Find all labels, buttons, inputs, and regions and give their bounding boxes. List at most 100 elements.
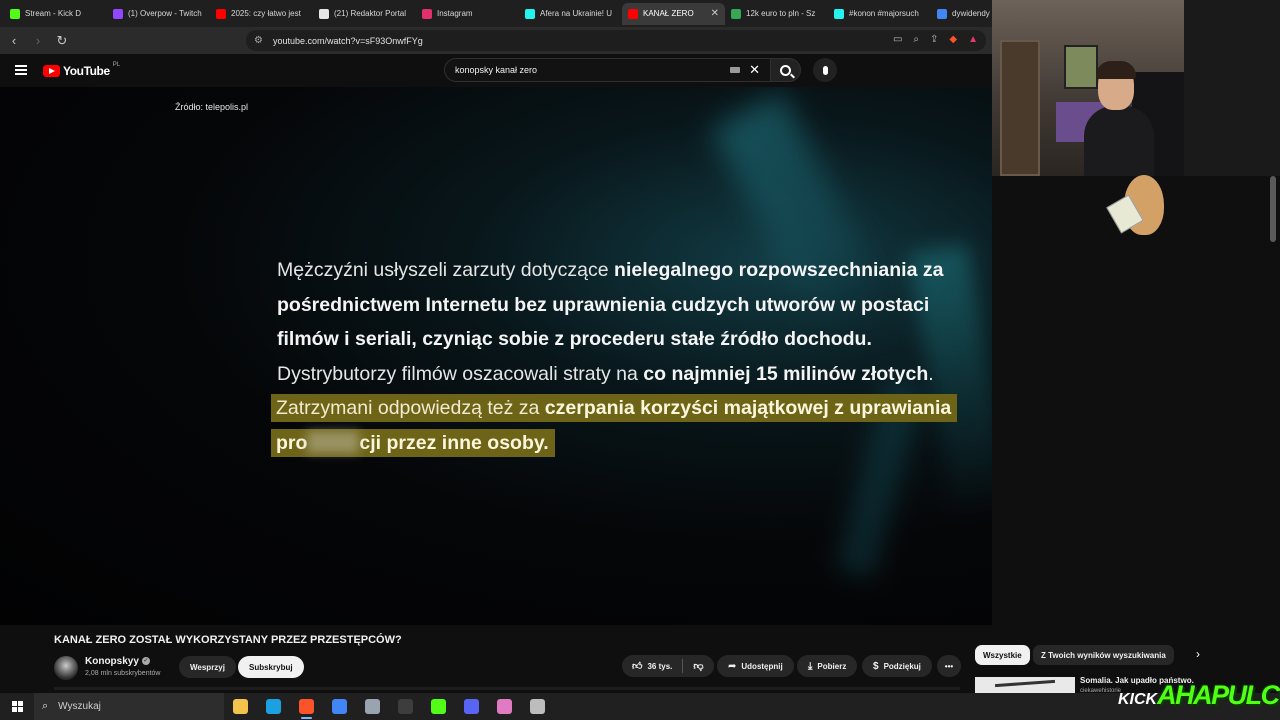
brave-shields-icon[interactable]: ◆ [949,34,957,45]
webcam-door [1000,40,1040,176]
start-button[interactable] [0,693,34,720]
streamer-name-logo: AHAPULCO [1157,680,1280,710]
browser-tab[interactable]: #konon #majorsuch [828,3,931,25]
close-tab-icon[interactable]: ✕ [711,8,719,19]
brave-rewards-icon[interactable]: ▲ [968,34,978,45]
tab-title: 2025: czy łatwo jest [231,9,301,18]
tab-title: Afera na Ukrainie! U [540,9,613,18]
chrome-taskbar-button[interactable] [323,693,356,720]
tab-title: 12k euro to pln - Sz [746,9,816,18]
video-source-note: Źródło: telepolis.pl [175,102,249,112]
file-explorer-taskbar-button[interactable] [224,693,257,720]
brave-taskbar-button[interactable] [290,693,323,720]
clear-search-icon[interactable]: ✕ [749,62,760,78]
thanks-label: Podziękuj [883,661,921,671]
streamer-body [1084,106,1154,176]
youtube-logo[interactable]: YouTube PL [43,62,120,78]
recommended-thumbnail[interactable] [975,677,1075,693]
quote-line-4a: Dystrybutorzy filmów oszacowali straty n… [277,362,644,385]
scrollbar-thumb[interactable] [1270,176,1276,242]
chat-app-taskbar-button[interactable] [488,693,521,720]
tab-title: Instagram [437,9,473,18]
browser-tab[interactable]: (21) Redaktor Portal [313,3,416,25]
channel-name[interactable]: Konopskyy ✓ [85,656,150,667]
settings-app-icon [530,699,545,714]
browser-tab[interactable]: KANAŁ ZERO ✕ [622,2,725,25]
channel-name-text: Konopskyy [85,656,139,667]
microphone-icon [822,65,828,75]
browser-tab[interactable]: Afera na Ukrainie! U [519,3,622,25]
chip-all[interactable]: Wszystkie [975,645,1030,665]
streamer-webcam [992,0,1184,176]
quote-line-1a: Mężczyźni usłyszeli zarzuty dotyczące [277,259,615,281]
tab-title: Stream - Kick D [25,9,82,18]
share-arrow-icon: ➦ [728,660,737,672]
search-icon: ⌕ [42,700,49,712]
tab-title: (1) Overpow - Twitch [128,9,202,18]
tab-title: KANAŁ ZERO [643,9,694,18]
reload-icon[interactable]: ↻ [52,33,72,49]
settings-app-taskbar-button[interactable] [521,693,554,720]
browser-tab[interactable]: Stream - Kick D [4,3,107,25]
tab-favicon-icon [319,8,329,19]
menu-icon[interactable] [15,65,27,75]
quote-line-4b: co najmniej 15 milinów złotych [643,362,929,385]
search-button[interactable] [771,58,801,82]
share-icon[interactable]: ⇪ [930,34,938,45]
tab-favicon-icon [113,8,123,19]
browser-tab[interactable]: 2025: czy łatwo jest [210,3,313,25]
more-actions-button[interactable]: ••• [937,655,961,677]
streamer-watermark: KICK AHAPULCO [1118,680,1280,711]
keyboard-icon[interactable] [730,67,740,73]
obs-taskbar-button[interactable] [389,693,422,720]
voice-search-button[interactable] [813,58,837,82]
tab-favicon-icon [525,8,535,19]
kick-app-taskbar-button[interactable] [422,693,455,720]
chrome-icon [332,699,347,714]
support-button[interactable]: Wesprzyj [179,656,236,678]
chevron-right-icon[interactable]: › [1196,647,1200,661]
tab-favicon-icon [834,8,844,19]
share-button[interactable]: ➦ Udostępnij [717,655,794,677]
brave-icon [299,699,314,714]
download-label: Pobierz [817,661,847,671]
edge-taskbar-button[interactable] [257,693,290,720]
browser-toolbar: ‹ › ↻ ⚙ youtube.com/watch?v=sF93OnwfFYg … [0,27,992,54]
search-input[interactable]: konopsky kanał zero ✕ [444,58,771,82]
file-explorer-icon [233,699,248,714]
quote-line-5b: czerpania korzyści majątkowej z uprawian… [544,397,952,419]
address-bar[interactable]: ⚙ youtube.com/watch?v=sF93OnwfFYg ▭ ⌕ ⇪ … [246,30,986,51]
taskbar-search[interactable]: ⌕ Wyszukaj [34,693,224,720]
browser-tab[interactable]: Instagram [416,3,519,25]
browser-tab[interactable]: 12k euro to pln - Sz [725,3,828,25]
chat-app-icon [497,699,512,714]
windows-logo-icon [11,701,23,712]
thanks-button[interactable]: $ Podziękuj [862,655,932,677]
quote-line-6a: pro [276,431,308,454]
youtube-masthead: YouTube PL konopsky kanał zero ✕ [0,54,992,87]
subscribe-button[interactable]: Subskrybuj [238,656,304,678]
download-button[interactable]: ⤓ Pobierz [797,655,858,677]
browser-tab[interactable]: (1) Overpow - Twitch [107,3,210,25]
chip-from-search[interactable]: Z Twoich wyników wyszukiwania [1033,645,1174,665]
video-quote-text: Mężczyźni usłyszeli zarzuty dotyczące ni… [271,253,977,460]
discord-taskbar-button[interactable] [455,693,488,720]
zoom-icon[interactable]: ⌕ [913,34,919,45]
cast-icon[interactable]: ▭ [893,34,902,45]
verified-icon: ✓ [141,657,150,666]
notepad-icon [365,699,380,714]
streamer-hair [1096,61,1136,79]
tab-favicon-icon [937,8,947,19]
dislike-icon[interactable]: 👎︎ [693,660,703,672]
like-icon[interactable]: 👍︎ [632,660,642,672]
search-icon [780,64,791,76]
channel-avatar[interactable] [54,656,78,680]
like-count[interactable]: 36 tys. [647,662,672,671]
notepad-taskbar-button[interactable] [356,693,389,720]
tab-favicon-icon [10,8,20,19]
tab-favicon-icon [216,8,226,19]
site-settings-icon[interactable]: ⚙ [254,35,263,46]
back-icon[interactable]: ‹ [4,33,24,48]
video-player[interactable]: Źródło: telepolis.pl Mężczyźni usłyszeli… [0,87,992,625]
forward-icon[interactable]: › [28,33,48,48]
